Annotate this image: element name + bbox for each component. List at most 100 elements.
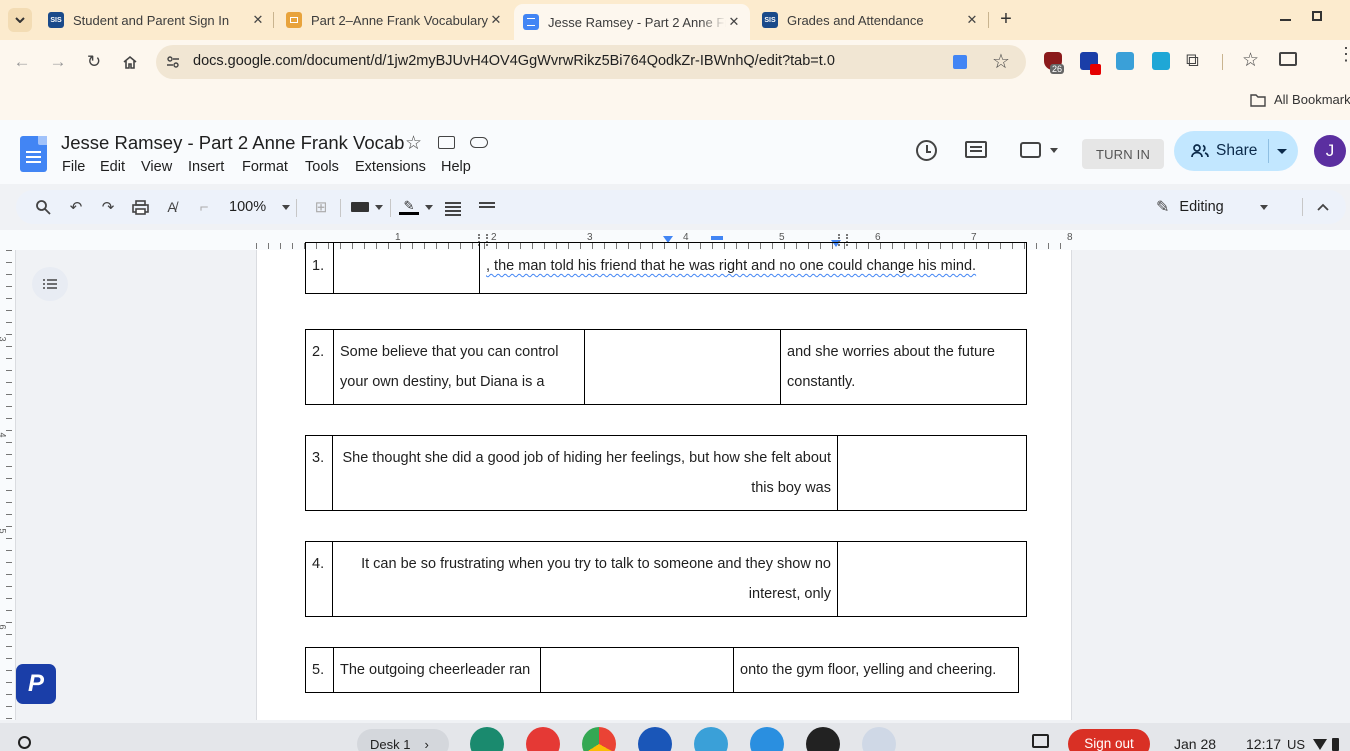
all-bookmarks-button[interactable]: All Bookmarks (1250, 92, 1350, 107)
pear-deck-icon[interactable]: P (16, 664, 56, 704)
document-page[interactable]: 1. , the man told his friend that he was… (256, 242, 1072, 720)
tab-title: Part 2–Anne Frank Vocabulary (311, 12, 488, 28)
reading-list-icon[interactable] (1279, 52, 1297, 66)
sentence-cell[interactable]: Some believe that you can control your o… (333, 329, 585, 405)
print-icon[interactable] (131, 197, 149, 217)
close-tab-icon[interactable]: ✕ (250, 12, 266, 28)
extensions-puzzle-icon[interactable]: ⧉ (1186, 50, 1199, 71)
reader-mode-icon[interactable] (953, 55, 967, 69)
tab-grades-attendance[interactable]: SIS Grades and Attendance ✕ (762, 6, 980, 34)
menu-view[interactable]: View (141, 159, 172, 175)
sentence-cell[interactable]: She thought she did a good job of hiding… (332, 435, 838, 511)
move-folder-icon[interactable] (438, 136, 455, 149)
meet-camera-icon[interactable] (1020, 142, 1041, 158)
share-dropdown-icon[interactable] (1277, 149, 1287, 154)
menu-file[interactable]: File (62, 159, 85, 175)
home-icon[interactable] (120, 52, 140, 72)
menu-format[interactable]: Format (242, 159, 288, 175)
cloud-app-icon[interactable] (694, 727, 728, 751)
desk-switcher[interactable]: Desk 1 › (357, 729, 449, 751)
bookmark-star-icon[interactable]: ☆ (992, 49, 1010, 74)
border-style-icon[interactable] (351, 197, 385, 217)
address-bar[interactable]: docs.google.com/document/d/1jw2myBJUvH4O… (156, 45, 1026, 79)
zoom-select[interactable]: 100% (221, 197, 291, 217)
blank-cell[interactable] (837, 435, 1027, 511)
row-number: 1. (305, 242, 334, 294)
collapse-menus-icon[interactable] (1314, 197, 1332, 217)
date-display[interactable]: Jan 28 (1174, 736, 1216, 751)
border-width-icon[interactable] (444, 197, 462, 217)
forward-icon[interactable]: → (48, 52, 68, 72)
tab-student-sign-in[interactable]: SIS Student and Parent Sign In ✕ (48, 6, 266, 34)
chrome-app-icon[interactable] (582, 727, 616, 751)
menu-insert[interactable]: Insert (188, 159, 224, 175)
insert-comment-icon[interactable]: ⊞ (312, 197, 330, 217)
cloud-saved-icon[interactable] (470, 137, 488, 148)
launcher-icon[interactable] (18, 736, 31, 749)
canva-app-icon[interactable] (526, 727, 560, 751)
back-icon[interactable]: ← (12, 52, 32, 72)
menu-tools[interactable]: Tools (305, 159, 339, 175)
menu-help[interactable]: Help (441, 159, 471, 175)
document-title[interactable]: Jesse Ramsey - Part 2 Anne Frank Vocab (61, 132, 404, 154)
more-menu-icon[interactable]: ⋮ (1337, 45, 1350, 63)
blank-cell[interactable] (584, 329, 781, 405)
rocket-app-icon[interactable] (750, 727, 784, 751)
border-dash-icon[interactable] (478, 197, 496, 217)
paint-format-icon[interactable]: ⌐ (195, 197, 213, 217)
chevron-down-icon (15, 17, 25, 23)
menu-edit[interactable]: Edit (100, 159, 125, 175)
blank-cell[interactable] (837, 541, 1027, 617)
search-menus-icon[interactable] (34, 197, 52, 217)
security-app-icon[interactable] (638, 727, 672, 751)
version-history-icon[interactable] (916, 140, 937, 161)
editing-mode-select[interactable]: ✎ Editing (1144, 194, 1284, 220)
first-line-indent-marker[interactable] (711, 236, 723, 240)
share-button[interactable]: Share (1174, 131, 1298, 171)
meet-dropdown-icon[interactable] (1050, 148, 1058, 153)
tab-jesse-ramsey-doc[interactable]: Jesse Ramsey - Part 2 Anne Fr ✕ (514, 4, 750, 40)
site-info-icon[interactable] (165, 54, 181, 70)
sentence-cell[interactable]: It can be so frustrating when you try to… (332, 541, 838, 617)
sentence-cell[interactable]: onto the gym floor, yelling and cheering… (733, 647, 1019, 693)
folder-icon (1250, 93, 1266, 107)
restore-button[interactable] (1312, 11, 1322, 21)
account-extension-icon[interactable] (1152, 52, 1170, 70)
blank-cell[interactable] (540, 647, 734, 693)
sign-out-button[interactable]: Sign out (1068, 729, 1150, 751)
table-row: 5. The outgoing cheerleader ran onto the… (305, 647, 1019, 693)
minimize-button[interactable] (1280, 19, 1291, 21)
new-tab-button[interactable]: + (996, 9, 1016, 29)
tab-title: Grades and Attendance (787, 12, 924, 28)
toolbar-divider (1222, 54, 1223, 70)
tab-strip: SIS Student and Parent Sign In ✕ Part 2–… (0, 0, 1350, 40)
tab-vocabulary-slides[interactable]: Part 2–Anne Frank Vocabulary ✕ (286, 6, 504, 34)
screen-capture-icon[interactable] (1032, 734, 1049, 748)
classroom-app-icon[interactable] (470, 727, 504, 751)
tab-search-button[interactable] (8, 8, 32, 32)
account-avatar[interactable]: J (1314, 135, 1346, 167)
sentence-cell[interactable]: The outgoing cheerleader ran (333, 647, 541, 693)
undo-icon[interactable]: ↶ (67, 197, 85, 217)
blank-cell[interactable] (333, 242, 480, 294)
menu-extensions[interactable]: Extensions (355, 159, 426, 175)
spellcheck-icon[interactable]: A̸ (163, 197, 181, 217)
star-document-icon[interactable]: ☆ (405, 132, 422, 155)
blocks-app-icon[interactable] (806, 727, 840, 751)
border-color-icon[interactable]: ✎ (399, 197, 433, 217)
comments-icon[interactable] (965, 141, 987, 158)
docs-logo-icon[interactable] (20, 136, 47, 172)
close-tab-icon[interactable]: ✕ (964, 12, 980, 28)
clock[interactable]: 12:17 US (1246, 736, 1340, 751)
sentence-cell[interactable]: , the man told his friend that he was ri… (479, 242, 1027, 294)
sentence-cell[interactable]: and she worries about the future constan… (780, 329, 1027, 405)
turn-in-button[interactable]: TURN IN (1082, 139, 1164, 169)
space-app-icon[interactable] (862, 727, 896, 751)
close-tab-icon[interactable]: ✕ (726, 14, 742, 30)
reload-icon[interactable]: ↻ (84, 52, 104, 72)
cloud-extension-icon[interactable] (1116, 52, 1134, 70)
document-outline-button[interactable] (32, 267, 68, 301)
redo-icon[interactable]: ↷ (99, 197, 117, 217)
bookmarks-star-icon[interactable]: ☆ (1242, 49, 1259, 72)
close-tab-icon[interactable]: ✕ (488, 12, 504, 28)
